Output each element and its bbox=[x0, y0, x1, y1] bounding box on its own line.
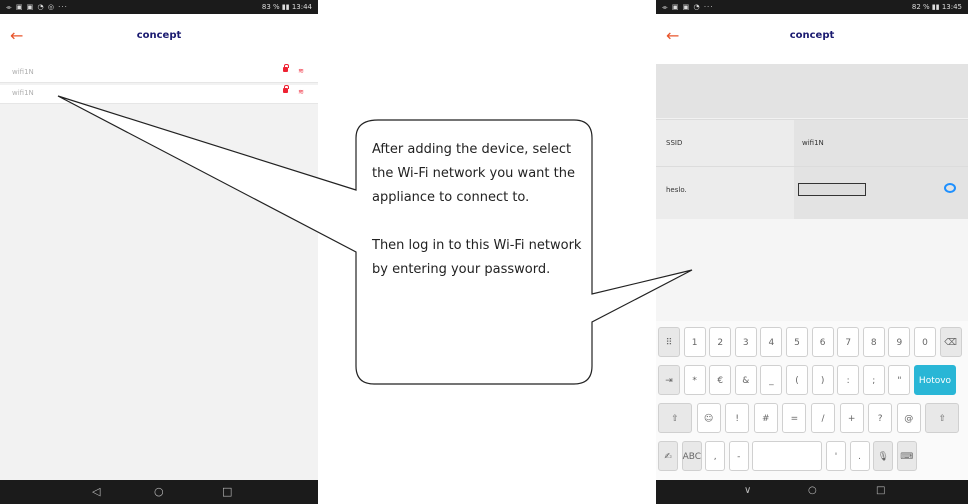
right-phone-screen: ⌯ ▣ ▣ ◔ ··· 82 % ▮▮ 13:45 ← concept SSID… bbox=[656, 0, 968, 504]
keyboard-key[interactable]: 9 bbox=[888, 327, 911, 357]
keyboard-key[interactable]: 4 bbox=[760, 327, 783, 357]
ssid-value: wifi1N bbox=[802, 139, 824, 147]
keyboard-key[interactable]: ☺ bbox=[696, 403, 721, 433]
keyboard-key[interactable]: ( bbox=[786, 365, 808, 395]
nav-hide-keyboard-icon[interactable]: ∨ bbox=[744, 485, 751, 496]
lock-icon bbox=[283, 64, 289, 72]
ssid-label: SSID bbox=[666, 139, 683, 147]
nav-home-icon[interactable]: ○ bbox=[808, 485, 817, 496]
keyboard-key[interactable]: ; bbox=[862, 365, 885, 395]
password-input[interactable] bbox=[798, 183, 866, 196]
keyboard-key[interactable]: . bbox=[849, 441, 870, 471]
keyboard-key[interactable]: ABC bbox=[681, 441, 702, 471]
on-screen-keyboard: ⠿ 1 2 3 4 5 6 7 8 9 0 ⌫ ⇥ * € & _():; " Hotovo ⇧ ☺! # = / +? @ ⇧ ✍ A… bbox=[656, 321, 968, 480]
keyboard-key[interactable]: / bbox=[811, 403, 835, 433]
keyboard-key[interactable]: € bbox=[709, 365, 732, 395]
ssid-row: SSID wifi1N bbox=[656, 119, 968, 166]
status-bar: ⌯ ▣ ▣ ◔ ◎ ··· 83 % ▮▮ 13:44 bbox=[0, 0, 318, 14]
keyboard-key[interactable]: ? bbox=[868, 403, 893, 433]
keyboard-key[interactable]: & bbox=[734, 365, 757, 395]
eye-icon[interactable] bbox=[944, 183, 956, 193]
keyboard-key[interactable]: ⌨ bbox=[896, 441, 917, 471]
keyboard-key[interactable]: _ bbox=[760, 365, 783, 395]
password-label: heslo. bbox=[666, 186, 687, 194]
nav-back-icon[interactable]: ◁ bbox=[92, 485, 100, 498]
android-nav-bar: ◁ ○ □ bbox=[0, 480, 318, 504]
keyboard-key[interactable]: ⇥ bbox=[658, 365, 680, 395]
keyboard-key[interactable]: ⇧ bbox=[658, 403, 692, 433]
wifi-signal-icon: ≋ bbox=[298, 88, 304, 96]
callout-paragraph-1: After adding the device, select the Wi-F… bbox=[372, 142, 575, 205]
app-bar: ← concept bbox=[0, 14, 318, 64]
keyboard-key[interactable]: 🎙 bbox=[873, 441, 894, 471]
keyboard-key[interactable]: ⠿ bbox=[658, 327, 680, 357]
app-title: concept bbox=[136, 30, 182, 41]
lock-icon bbox=[283, 85, 289, 93]
keyboard-key[interactable]: 6 bbox=[811, 327, 834, 357]
wifi-list-item[interactable]: wifi1N ≋ bbox=[0, 85, 318, 104]
nav-recent-icon[interactable]: □ bbox=[876, 485, 885, 496]
keyboard-key[interactable]: + bbox=[839, 403, 864, 433]
wifi-name: wifi1N bbox=[12, 68, 34, 76]
keyboard-key[interactable]: 5 bbox=[786, 327, 808, 357]
keyboard-key[interactable]: 8 bbox=[862, 327, 885, 357]
status-battery-time: 82 % ▮▮ 13:45 bbox=[911, 3, 962, 11]
keyboard-key[interactable]: # bbox=[753, 403, 778, 433]
keyboard-key[interactable]: * bbox=[683, 365, 706, 395]
wifi-list: wifi1N ≋ wifi1N ≋ bbox=[0, 64, 318, 106]
left-phone-screen: ⌯ ▣ ▣ ◔ ◎ ··· 83 % ▮▮ 13:44 ← concept wi… bbox=[0, 0, 318, 504]
keyboard-key[interactable]: , bbox=[705, 441, 726, 471]
android-nav-bar: ∨ ○ □ bbox=[656, 480, 968, 504]
keyboard-key[interactable]: ⇧ bbox=[925, 403, 960, 433]
app-title: concept bbox=[789, 30, 835, 41]
keyboard-key[interactable]: 2 bbox=[709, 327, 732, 357]
keyboard-key[interactable]: : bbox=[837, 365, 860, 395]
nav-home-icon[interactable]: ○ bbox=[154, 485, 164, 498]
wifi-list-item[interactable]: wifi1N ≋ bbox=[0, 64, 318, 83]
keyboard-key[interactable]: ✍ bbox=[658, 441, 678, 471]
nav-recent-icon[interactable]: □ bbox=[222, 485, 232, 498]
keyboard-key[interactable]: 7 bbox=[837, 327, 860, 357]
callout-paragraph-2: Then log in to this Wi-Fi network by ent… bbox=[372, 238, 582, 277]
status-bar: ⌯ ▣ ▣ ◔ ··· 82 % ▮▮ 13:45 bbox=[656, 0, 968, 14]
empty-area bbox=[656, 219, 968, 321]
keyboard-key[interactable]: 3 bbox=[734, 327, 757, 357]
keyboard-key[interactable]: " bbox=[888, 365, 911, 395]
status-battery-time: 83 % ▮▮ 13:44 bbox=[261, 3, 312, 11]
keyboard-key[interactable]: 1 bbox=[683, 327, 706, 357]
keyboard-key[interactable] bbox=[752, 441, 823, 471]
callout-text: After adding the device, select the Wi-F… bbox=[372, 138, 592, 282]
keyboard-key[interactable]: ) bbox=[811, 365, 834, 395]
header-panel bbox=[656, 64, 968, 118]
wifi-signal-icon: ≋ bbox=[298, 67, 304, 75]
keyboard-key[interactable]: ! bbox=[725, 403, 750, 433]
wifi-name: wifi1N bbox=[12, 89, 34, 97]
keyboard-key[interactable]: = bbox=[782, 403, 807, 433]
status-icons: ⌯ ▣ ▣ ◔ ◎ ··· bbox=[6, 3, 68, 11]
keyboard-key[interactable]: ⌫ bbox=[939, 327, 962, 357]
keyboard-key[interactable]: ' bbox=[826, 441, 846, 471]
ssid-field[interactable]: wifi1N bbox=[794, 120, 968, 166]
keyboard-key[interactable]: 0 bbox=[914, 327, 936, 357]
status-icons: ⌯ ▣ ▣ ◔ ··· bbox=[662, 3, 714, 11]
keyboard-key[interactable]: - bbox=[728, 441, 749, 471]
password-row: heslo. bbox=[656, 166, 968, 219]
app-bar: ← concept bbox=[656, 14, 968, 64]
keyboard-key[interactable]: Hotovo bbox=[914, 365, 956, 395]
keyboard-key[interactable]: @ bbox=[896, 403, 921, 433]
